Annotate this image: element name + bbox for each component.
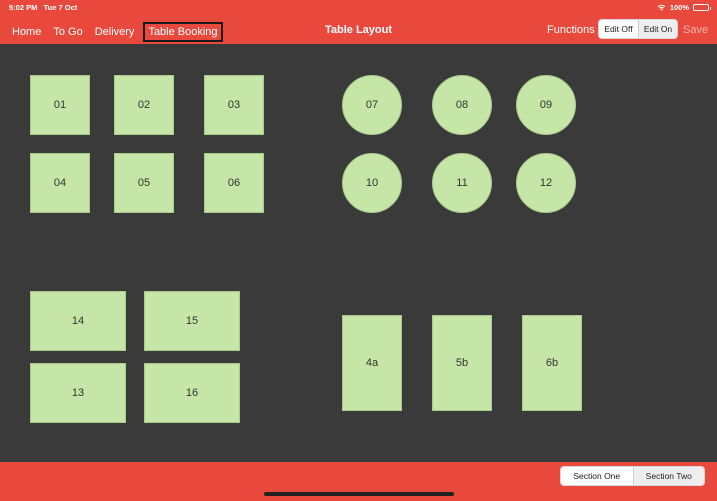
table-10[interactable]: 10: [342, 153, 402, 213]
battery-icon: [693, 4, 711, 11]
table-6b[interactable]: 6b: [522, 315, 582, 411]
table-09[interactable]: 09: [516, 75, 576, 135]
table-4a[interactable]: 4a: [342, 315, 402, 411]
table-08[interactable]: 08: [432, 75, 492, 135]
top-bar: 5:02 PM Tue 7 Oct 100% Home To Go Delive…: [0, 0, 717, 44]
status-indicators: 100%: [657, 3, 711, 12]
table-12[interactable]: 12: [516, 153, 576, 213]
status-time-text: 5:02 PM: [9, 3, 38, 12]
functions-button[interactable]: Functions: [547, 24, 595, 36]
section-one-button[interactable]: Section One: [561, 467, 633, 485]
table-11[interactable]: 11: [432, 153, 492, 213]
table-07[interactable]: 07: [342, 75, 402, 135]
status-time: 5:02 PM Tue 7 Oct: [9, 3, 77, 12]
battery-percent: 100%: [669, 3, 689, 12]
table-01[interactable]: 01: [30, 75, 90, 135]
table-5b[interactable]: 5b: [432, 315, 492, 411]
status-date-text: Tue 7 Oct: [43, 3, 78, 12]
table-05[interactable]: 05: [114, 153, 174, 213]
save-button[interactable]: Save: [683, 24, 708, 36]
wifi-icon: [657, 4, 666, 11]
table-06[interactable]: 06: [204, 153, 264, 213]
edit-toggle: Edit Off Edit On: [598, 19, 678, 39]
table-02[interactable]: 02: [114, 75, 174, 135]
section-two-button[interactable]: Section Two: [632, 467, 705, 485]
table-13[interactable]: 13: [30, 363, 126, 423]
edit-off-button[interactable]: Edit Off: [599, 20, 638, 38]
table-16[interactable]: 16: [144, 363, 240, 423]
table-15[interactable]: 15: [144, 291, 240, 351]
table-04[interactable]: 04: [30, 153, 90, 213]
table-14[interactable]: 14: [30, 291, 126, 351]
table-03[interactable]: 03: [204, 75, 264, 135]
bottom-bar: Section One Section Two: [0, 462, 717, 501]
home-indicator[interactable]: [264, 492, 454, 496]
section-toggle: Section One Section Two: [560, 466, 705, 486]
edit-on-button[interactable]: Edit On: [637, 20, 677, 38]
